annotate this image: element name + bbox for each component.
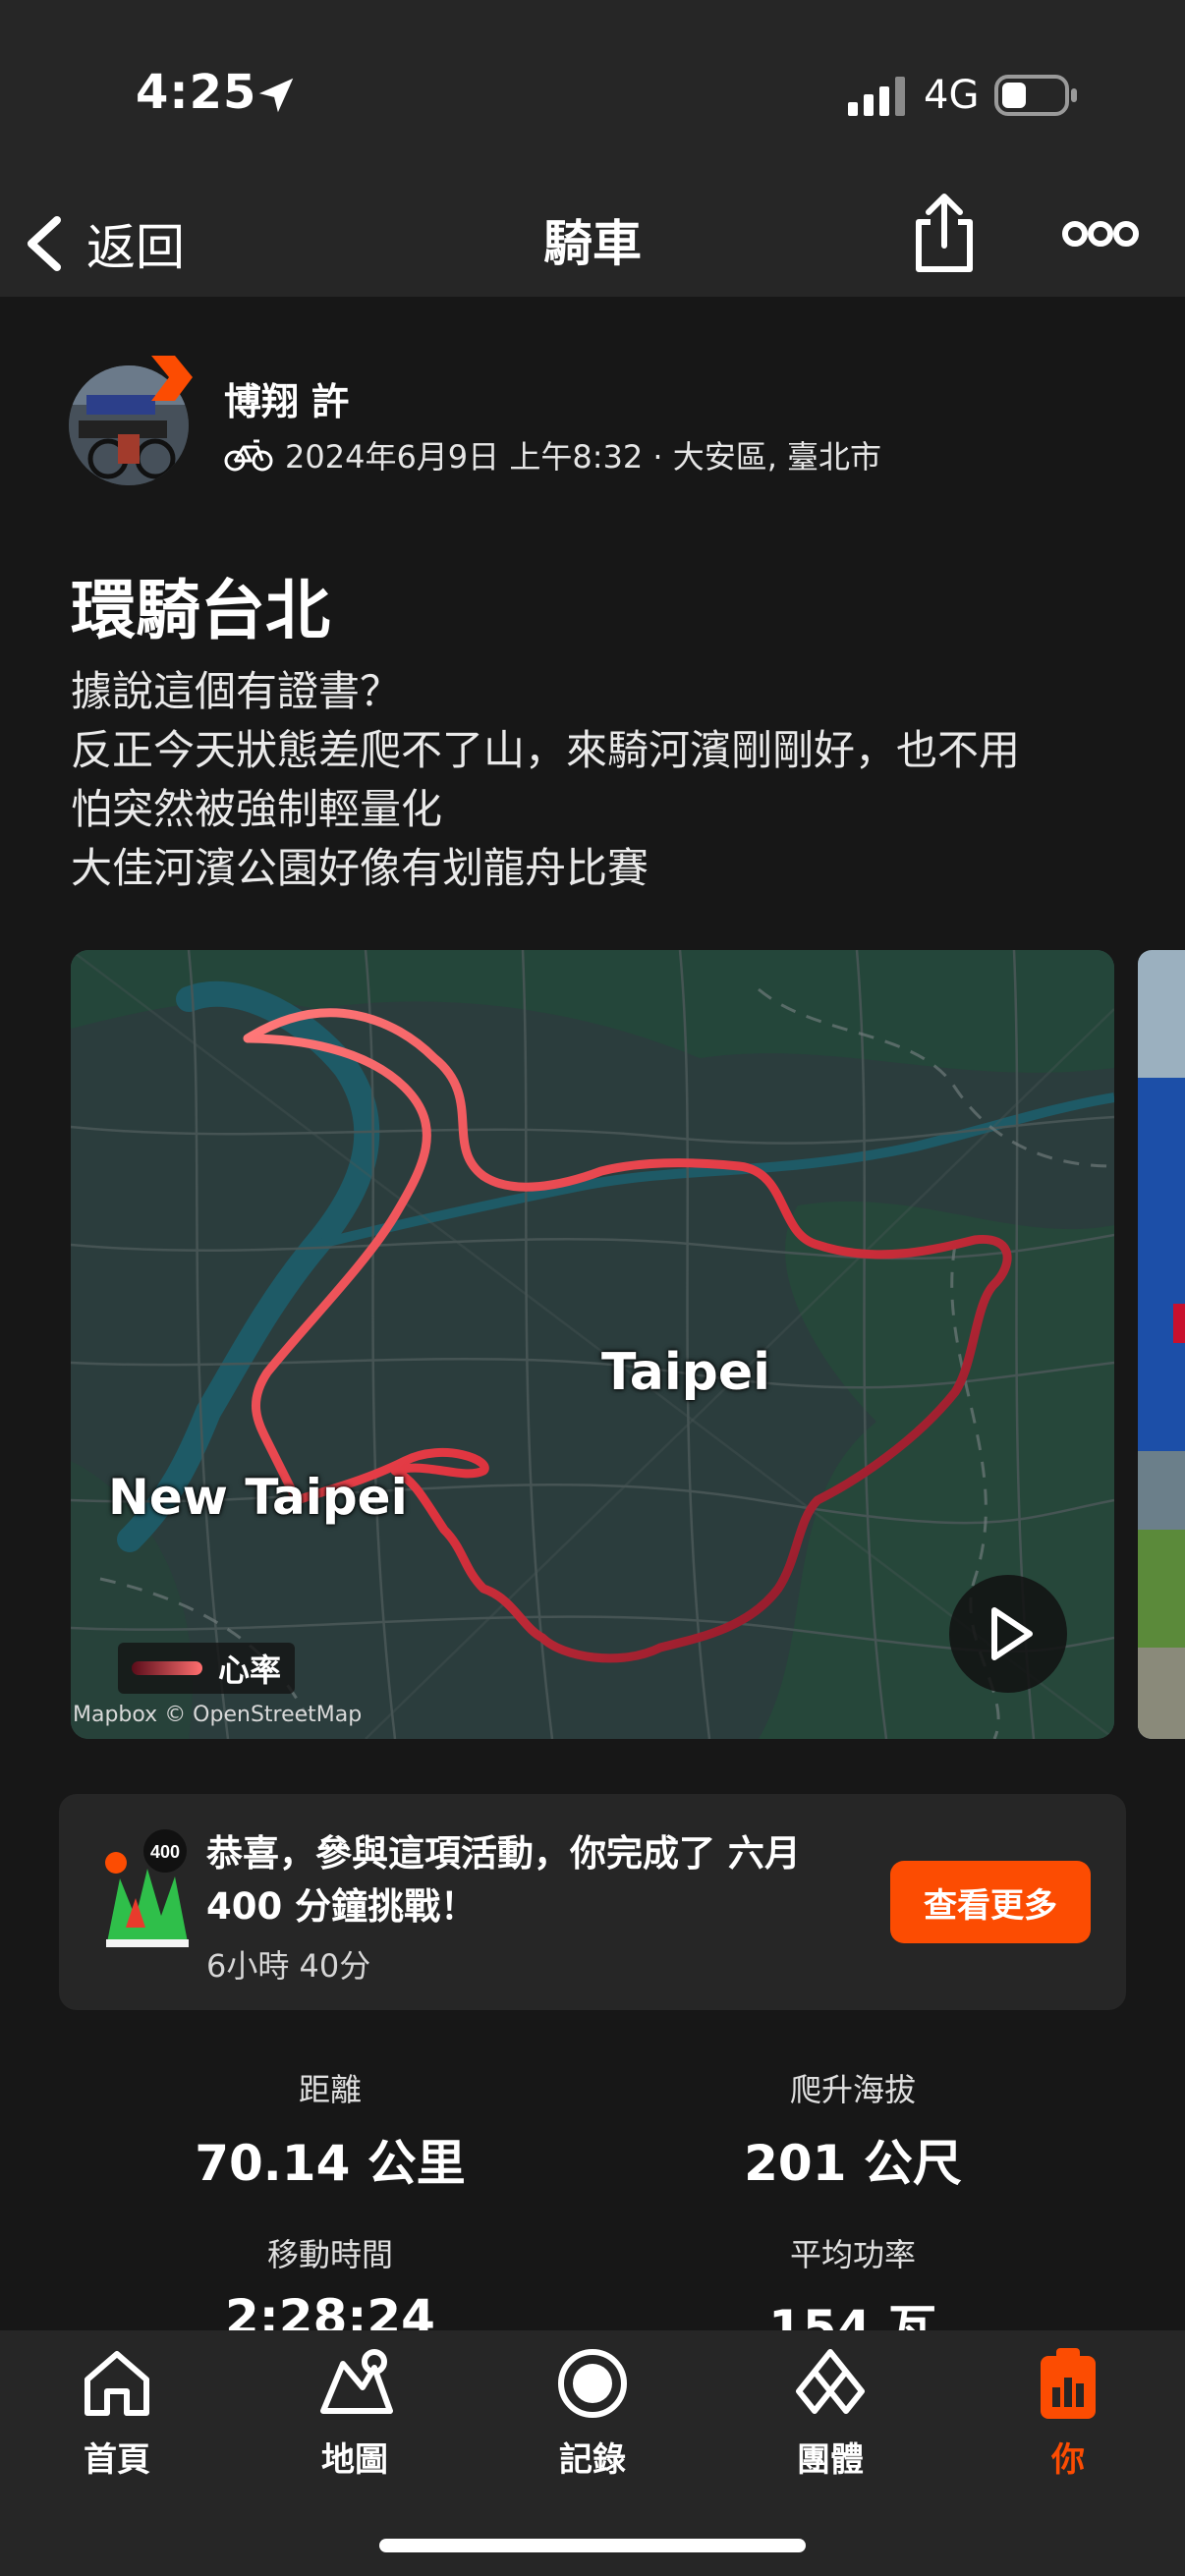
- play-flyover-button[interactable]: [949, 1575, 1067, 1693]
- tab-label: 記錄: [559, 2440, 626, 2480]
- page-title: 騎車: [543, 215, 642, 272]
- you-icon: [1041, 2348, 1096, 2419]
- nav-bar: 返回 騎車: [0, 187, 1185, 297]
- tab-label: 你: [1051, 2440, 1085, 2480]
- tab-label: 地圖: [321, 2440, 388, 2480]
- challenge-message: 恭喜，參與這項活動，你完成了 六月 400 分鐘挑戰！: [206, 1832, 801, 1928]
- route-map[interactable]: Taipei New Taipei 心率 Mapbox © OpenStreet…: [71, 950, 1114, 1739]
- share-icon[interactable]: [909, 193, 980, 275]
- legend-label: 心率: [218, 1652, 282, 1689]
- description-line: 反正今天狀態差爬不了山，來騎河濱剛剛好，也不用: [71, 726, 1021, 774]
- tab-record[interactable]: 記錄: [509, 2344, 676, 2481]
- tab-label: 首頁: [84, 2440, 150, 2480]
- stat-label: 距離: [298, 2071, 362, 2108]
- tab-label: 團體: [797, 2440, 864, 2480]
- view-more-button[interactable]: 查看更多: [890, 1861, 1091, 1943]
- location-arrow-icon: [258, 78, 294, 113]
- bike-icon: [224, 439, 273, 472]
- play-icon: [991, 1607, 1033, 1660]
- home-indicator[interactable]: [379, 2539, 806, 2552]
- activity-date-location: 2024年6月9日 上午8:32 · 大安區, 臺北市: [285, 438, 882, 476]
- stat-label: 移動時間: [266, 2236, 393, 2273]
- stat-distance: 距離 70.14 公里: [85, 2065, 576, 2195]
- subscriber-badge-icon: [151, 356, 193, 401]
- stat-value: 70.14 公里: [195, 2135, 466, 2192]
- activity-meta: 2024年6月9日 上午8:32 · 大安區, 臺北市: [224, 432, 881, 477]
- map-label-taipei: Taipei: [601, 1343, 770, 1402]
- tab-groups[interactable]: 團體: [747, 2344, 914, 2481]
- activity-photo: [1138, 950, 1185, 1739]
- description-line: 怕突然被強制輕量化: [71, 785, 443, 833]
- activity-description: 據說這個有證書？ 反正今天狀態差爬不了山，來騎河濱剛剛好，也不用 怕突然被強制輕…: [71, 662, 1112, 898]
- signal-icon: [848, 77, 905, 116]
- legend-gradient: [132, 1661, 202, 1675]
- map-attribution[interactable]: Mapbox © OpenStreetMap: [73, 1703, 362, 1727]
- activity-title: 環騎台北: [71, 573, 330, 648]
- stat-elevation-gain: 爬升海拔 201 公尺: [607, 2065, 1099, 2195]
- battery-icon: [994, 75, 1077, 116]
- stat-moving-time: 移動時間 2:28:24: [85, 2230, 576, 2346]
- heart-rate-legend: 心率: [118, 1643, 296, 1694]
- stat-value: 201 公尺: [744, 2135, 962, 2192]
- challenge-card[interactable]: 400 恭喜，參與這項活動，你完成了 六月 400 分鐘挑戰！ 6小時 40分 …: [59, 1794, 1126, 2010]
- status-time: 4:25: [136, 65, 257, 120]
- challenge-badge-icon: 400: [105, 1829, 189, 1947]
- tab-home[interactable]: 首頁: [33, 2344, 200, 2481]
- tab-maps[interactable]: 地圖: [271, 2344, 438, 2481]
- activity-photo-thumbnail[interactable]: [1138, 950, 1185, 1739]
- status-bar: 4:25 4G: [0, 0, 1185, 187]
- groups-icon: [796, 2349, 865, 2414]
- svg-text:400: 400: [150, 1842, 180, 1862]
- stat-label: 平均功率: [789, 2236, 916, 2273]
- more-options-icon[interactable]: [1061, 210, 1140, 257]
- challenge-duration: 6小時 40分: [206, 1947, 371, 1985]
- description-line: 據說這個有證書？: [71, 667, 402, 715]
- network-type: 4G: [924, 73, 980, 118]
- tab-you[interactable]: 你: [985, 2344, 1152, 2481]
- map-label-new-taipei: New Taipei: [108, 1469, 408, 1526]
- record-icon: [558, 2349, 627, 2418]
- author-name[interactable]: 博翔 許: [224, 371, 349, 425]
- description-line: 大佳河濱公園好像有划龍舟比賽: [71, 844, 649, 892]
- stat-label: 爬升海拔: [789, 2071, 916, 2108]
- home-icon: [85, 2351, 149, 2416]
- map-icon: [320, 2349, 393, 2414]
